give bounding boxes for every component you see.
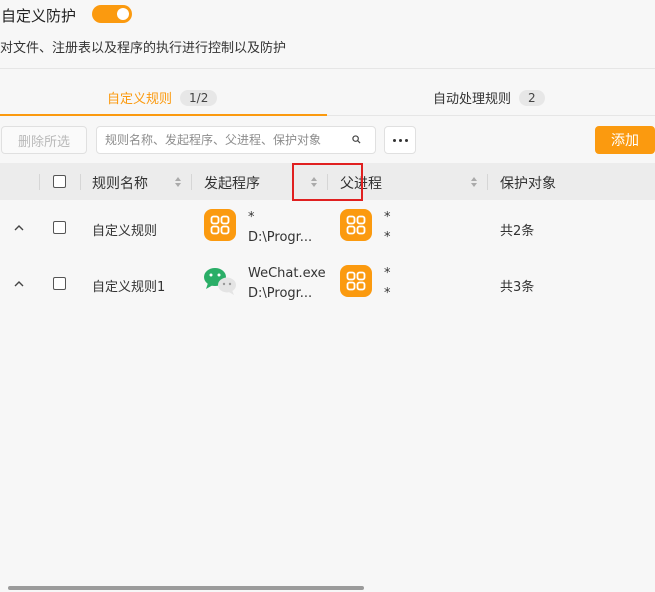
rule-name: 自定义规则1 — [92, 280, 166, 295]
table-row: 自定义规则1 WeChat.exe D:\Progr... * * 共3条 — [0, 256, 655, 312]
parent-process-line: * — [384, 230, 391, 245]
column-divider — [487, 174, 488, 190]
tab-label: 自动处理规则 — [433, 92, 512, 107]
delete-selected-button[interactable]: 删除所选 — [1, 126, 87, 154]
rule-name: 自定义规则 — [92, 224, 158, 239]
app-grid-icon — [340, 265, 372, 297]
column-divider — [191, 174, 192, 190]
dot-icon — [398, 138, 402, 142]
row-checkbox[interactable] — [53, 221, 66, 234]
column-header-rule-name[interactable]: 规则名称 — [92, 173, 148, 193]
column-header-protect-target[interactable]: 保护对象 — [500, 173, 556, 193]
page-title: 自定义防护 — [1, 7, 77, 25]
sort-icon[interactable] — [174, 176, 182, 188]
chevron-up-icon[interactable] — [14, 225, 24, 231]
header-divider — [0, 68, 655, 69]
horizontal-scrollbar[interactable] — [8, 586, 364, 590]
app-grid-icon — [204, 209, 236, 241]
highlight-box — [292, 163, 363, 201]
add-button[interactable]: 添加 — [595, 126, 655, 154]
tab-label: 自定义规则 — [107, 92, 173, 107]
column-divider — [39, 174, 40, 190]
protect-target-count[interactable]: 共3条 — [500, 276, 534, 295]
dot-icon — [392, 138, 396, 142]
select-all-checkbox[interactable] — [53, 175, 66, 188]
search-input[interactable] — [105, 131, 345, 149]
tab-count-badge: 1/2 — [180, 89, 218, 106]
parent-process-line: * — [384, 266, 391, 281]
toggle-knob — [117, 8, 129, 20]
initiator-name: * — [248, 210, 255, 225]
sort-icon[interactable] — [470, 176, 478, 188]
column-header-initiator[interactable]: 发起程序 — [204, 173, 260, 193]
tab-auto-rules[interactable]: 自动处理规则 2 — [433, 88, 545, 107]
parent-process-line: * — [384, 286, 391, 301]
protection-toggle[interactable] — [92, 5, 132, 23]
protect-target-count[interactable]: 共2条 — [500, 220, 534, 239]
app-grid-icon — [340, 209, 372, 241]
search-box — [96, 126, 376, 154]
initiator-path: D:\Progr... — [248, 286, 313, 301]
tab-divider — [327, 115, 655, 116]
dot-icon — [404, 138, 408, 142]
chevron-up-icon[interactable] — [14, 281, 24, 287]
tab-count-badge: 2 — [519, 89, 545, 106]
page-description: 对文件、注册表以及程序的执行进行控制以及防护 — [0, 41, 287, 56]
table-row: 自定义规则 * D:\Progr... * * 共2条 — [0, 200, 655, 256]
search-icon[interactable] — [352, 135, 361, 144]
row-checkbox[interactable] — [53, 277, 66, 290]
tab-custom-rules[interactable]: 自定义规则 1/2 — [107, 88, 218, 107]
parent-process-line: * — [384, 210, 391, 225]
initiator-name: WeChat.exe — [248, 266, 326, 281]
active-tab-indicator — [0, 114, 327, 116]
initiator-path: D:\Progr... — [248, 230, 313, 245]
wechat-icon — [204, 268, 236, 295]
more-options-button[interactable] — [384, 126, 416, 154]
column-divider — [80, 174, 81, 190]
